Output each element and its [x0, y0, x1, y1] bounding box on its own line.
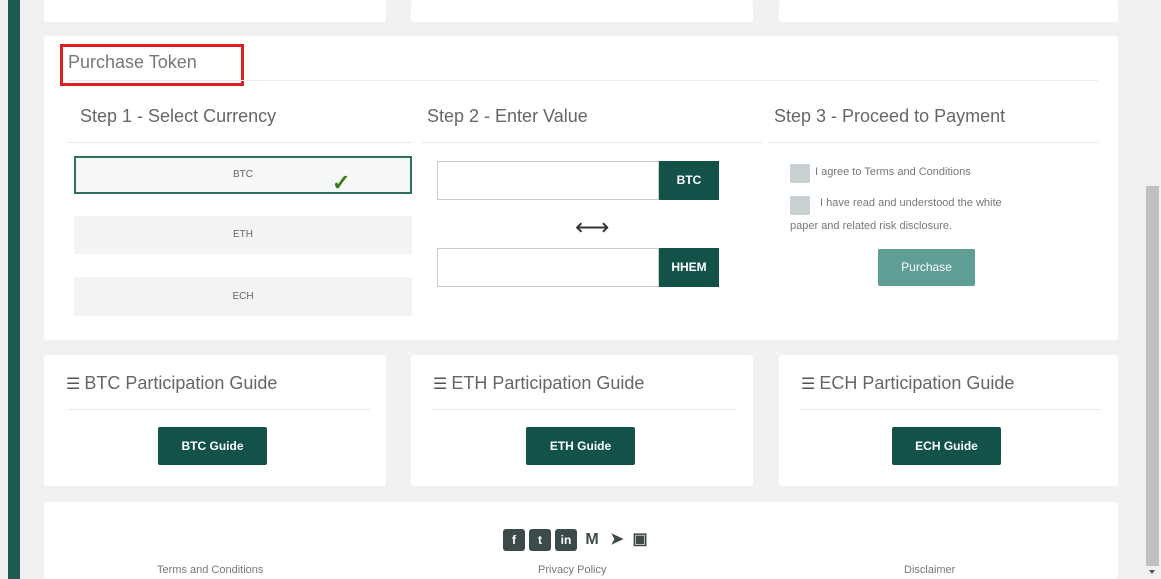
- youtube-icon[interactable]: ▣: [629, 529, 651, 551]
- btc-unit-button[interactable]: BTC: [659, 161, 719, 200]
- agree-terms-checkbox[interactable]: [790, 164, 810, 183]
- ech-guide-button[interactable]: ECH Guide: [892, 427, 1001, 465]
- facebook-icon[interactable]: f: [503, 529, 525, 551]
- guide-card-ech: ☰ ECH Participation Guide ECH Guide: [779, 355, 1118, 486]
- currency-option-eth[interactable]: ETH: [74, 216, 412, 254]
- purchase-button[interactable]: Purchase: [878, 249, 975, 286]
- whitepaper-checkbox[interactable]: [790, 196, 810, 215]
- step1-divider: [68, 142, 414, 143]
- top-card-2: [411, 0, 753, 22]
- left-accent-bar: [8, 0, 20, 579]
- guide-card-btc: ☰ BTC Participation Guide BTC Guide: [44, 355, 386, 486]
- whitepaper-label-line1: I have read and understood the white: [820, 197, 1002, 209]
- agree-terms-label: I agree to Terms and Conditions: [815, 166, 971, 178]
- guide-title: ☰ ETH Participation Guide: [433, 373, 644, 394]
- currency-option-ech[interactable]: ECH: [74, 277, 412, 316]
- currency-option-label: ECH: [232, 291, 254, 302]
- step1-title: Step 1 - Select Currency: [80, 106, 277, 126]
- eth-guide-button[interactable]: ETH Guide: [526, 427, 635, 465]
- page-scrollbar[interactable]: [1144, 0, 1161, 579]
- linkedin-icon[interactable]: in: [555, 529, 577, 551]
- telegram-icon[interactable]: ➤: [606, 529, 628, 551]
- menu-lines-icon: ☰: [433, 376, 448, 393]
- step3-divider: [769, 142, 1099, 143]
- checkmark-icon: ✓: [332, 170, 351, 195]
- btc-guide-button[interactable]: BTC Guide: [158, 427, 267, 465]
- menu-lines-icon: ☰: [66, 376, 81, 393]
- twitter-icon[interactable]: t: [529, 529, 551, 551]
- guide-divider: [66, 409, 370, 410]
- title-divider: [68, 80, 1098, 81]
- step2-divider: [422, 142, 762, 143]
- footer-link-privacy[interactable]: Privacy Policy: [538, 564, 606, 576]
- scrollbar-thumb[interactable]: [1146, 186, 1159, 566]
- footer-link-disclaimer[interactable]: Disclaimer: [904, 564, 955, 576]
- hhem-amount-input[interactable]: [437, 248, 659, 287]
- guide-divider: [801, 409, 1101, 410]
- currency-option-label: ETH: [233, 229, 253, 240]
- whitepaper-label-line2: paper and related risk disclosure.: [790, 220, 953, 232]
- hhem-unit-button[interactable]: HHEM: [659, 248, 719, 287]
- guide-title-text: BTC Participation Guide: [84, 373, 278, 393]
- guide-card-eth: ☰ ETH Participation Guide ETH Guide: [411, 355, 753, 486]
- guide-title-text: ECH Participation Guide: [819, 373, 1015, 393]
- scroll-down-arrow-icon[interactable]: [1149, 570, 1155, 574]
- guide-title-text: ETH Participation Guide: [451, 373, 645, 393]
- step2-title: Step 2 - Enter Value: [427, 106, 588, 126]
- top-card-1: [44, 0, 386, 22]
- footer: f t in M ➤ ▣ Terms and Conditions Privac…: [44, 502, 1118, 579]
- purchase-token-card: Purchase Token Step 1 - Select Currency …: [44, 36, 1118, 340]
- step3-title: Step 3 - Proceed to Payment: [774, 106, 1006, 126]
- top-card-3: [779, 0, 1118, 22]
- footer-link-terms[interactable]: Terms and Conditions: [157, 564, 263, 576]
- currency-option-label: BTC: [233, 169, 253, 180]
- guide-title: ☰ ECH Participation Guide: [801, 373, 1014, 394]
- menu-lines-icon: ☰: [801, 376, 816, 393]
- guide-title: ☰ BTC Participation Guide: [66, 373, 277, 394]
- medium-icon[interactable]: M: [581, 529, 603, 551]
- guide-divider: [433, 409, 735, 410]
- btc-amount-input[interactable]: [437, 161, 659, 200]
- currency-option-btc[interactable]: BTC ✓: [74, 156, 412, 195]
- swap-vertical-icon: ⟷: [575, 214, 610, 241]
